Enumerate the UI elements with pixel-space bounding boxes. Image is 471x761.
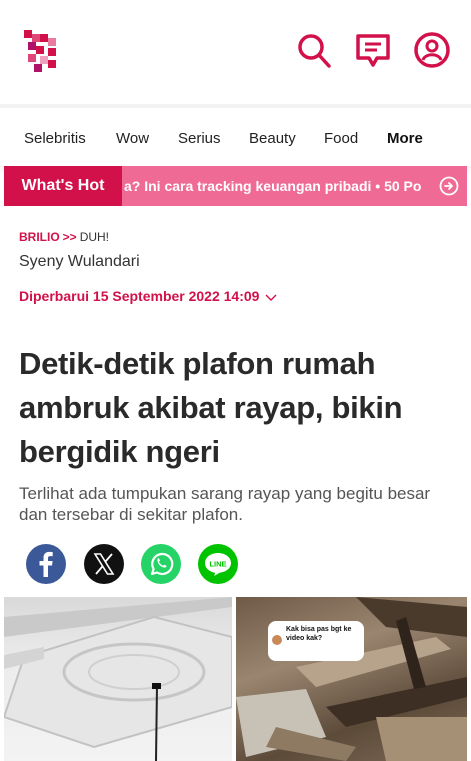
breadcrumb: BRILIO >> DUH! bbox=[19, 230, 109, 244]
search-icon[interactable] bbox=[294, 30, 334, 70]
updated-date-text: Diperbarui 15 September 2022 14:09 bbox=[19, 288, 260, 304]
whatsapp-share-button[interactable] bbox=[141, 544, 181, 584]
article-photo-ceiling[interactable] bbox=[4, 597, 232, 761]
x-icon bbox=[84, 544, 124, 584]
breadcrumb-section[interactable]: DUH! bbox=[80, 230, 109, 244]
site-header bbox=[0, 0, 471, 104]
avatar bbox=[272, 635, 282, 645]
whats-hot-bar: What's Hot a? Ini cara tracking keuangan… bbox=[4, 166, 467, 206]
author-name[interactable]: Syeny Wulandari bbox=[19, 253, 140, 271]
hot-ticker-text[interactable]: a? Ini cara tracking keuangan pribadi • … bbox=[122, 178, 421, 194]
nav-item-food[interactable]: Food bbox=[324, 130, 358, 147]
chat-icon[interactable] bbox=[353, 30, 393, 70]
article-title: Detik-detik plafon rumah ambruk akibat r… bbox=[19, 346, 403, 469]
breadcrumb-brand[interactable]: BRILIO bbox=[19, 230, 60, 244]
user-icon[interactable] bbox=[412, 30, 452, 70]
arrow-right-circle-icon[interactable] bbox=[439, 176, 459, 196]
whats-hot-label: What's Hot bbox=[4, 166, 122, 206]
line-share-button[interactable]: LINE bbox=[198, 544, 238, 584]
brilio-logo[interactable] bbox=[20, 28, 60, 72]
facebook-icon bbox=[26, 544, 66, 584]
category-nav: Selebritis Wow Serius Beauty Food More bbox=[0, 104, 471, 166]
comment-text: Kak bisa pas bgt ke video kak? bbox=[286, 626, 352, 642]
facebook-share-button[interactable] bbox=[26, 544, 66, 584]
nav-item-serius[interactable]: Serius bbox=[178, 130, 221, 147]
nav-item-beauty[interactable]: Beauty bbox=[249, 130, 296, 147]
svg-text:LINE: LINE bbox=[209, 560, 226, 569]
updated-date[interactable]: Diperbarui 15 September 2022 14:09 bbox=[19, 288, 277, 305]
tiktok-comment-bubble: Kak bisa pas bgt ke video kak? bbox=[268, 621, 364, 661]
breadcrumb-separator: >> bbox=[62, 230, 77, 244]
hot-ticker[interactable]: a? Ini cara tracking keuangan pribadi • … bbox=[122, 166, 432, 206]
whatsapp-icon bbox=[141, 544, 181, 584]
x-share-button[interactable] bbox=[84, 544, 124, 584]
article-lede: Terlihat ada tumpukan sarang rayap yang … bbox=[19, 484, 431, 524]
line-icon: LINE bbox=[198, 544, 238, 584]
nav-item-wow[interactable]: Wow bbox=[116, 130, 149, 147]
chevron-down-icon[interactable] bbox=[265, 289, 277, 305]
nav-item-more[interactable]: More bbox=[387, 130, 423, 147]
article-photo-termite-debris[interactable]: Kak bisa pas bgt ke video kak? bbox=[236, 597, 467, 761]
nav-item-selebritis[interactable]: Selebritis bbox=[24, 130, 86, 147]
